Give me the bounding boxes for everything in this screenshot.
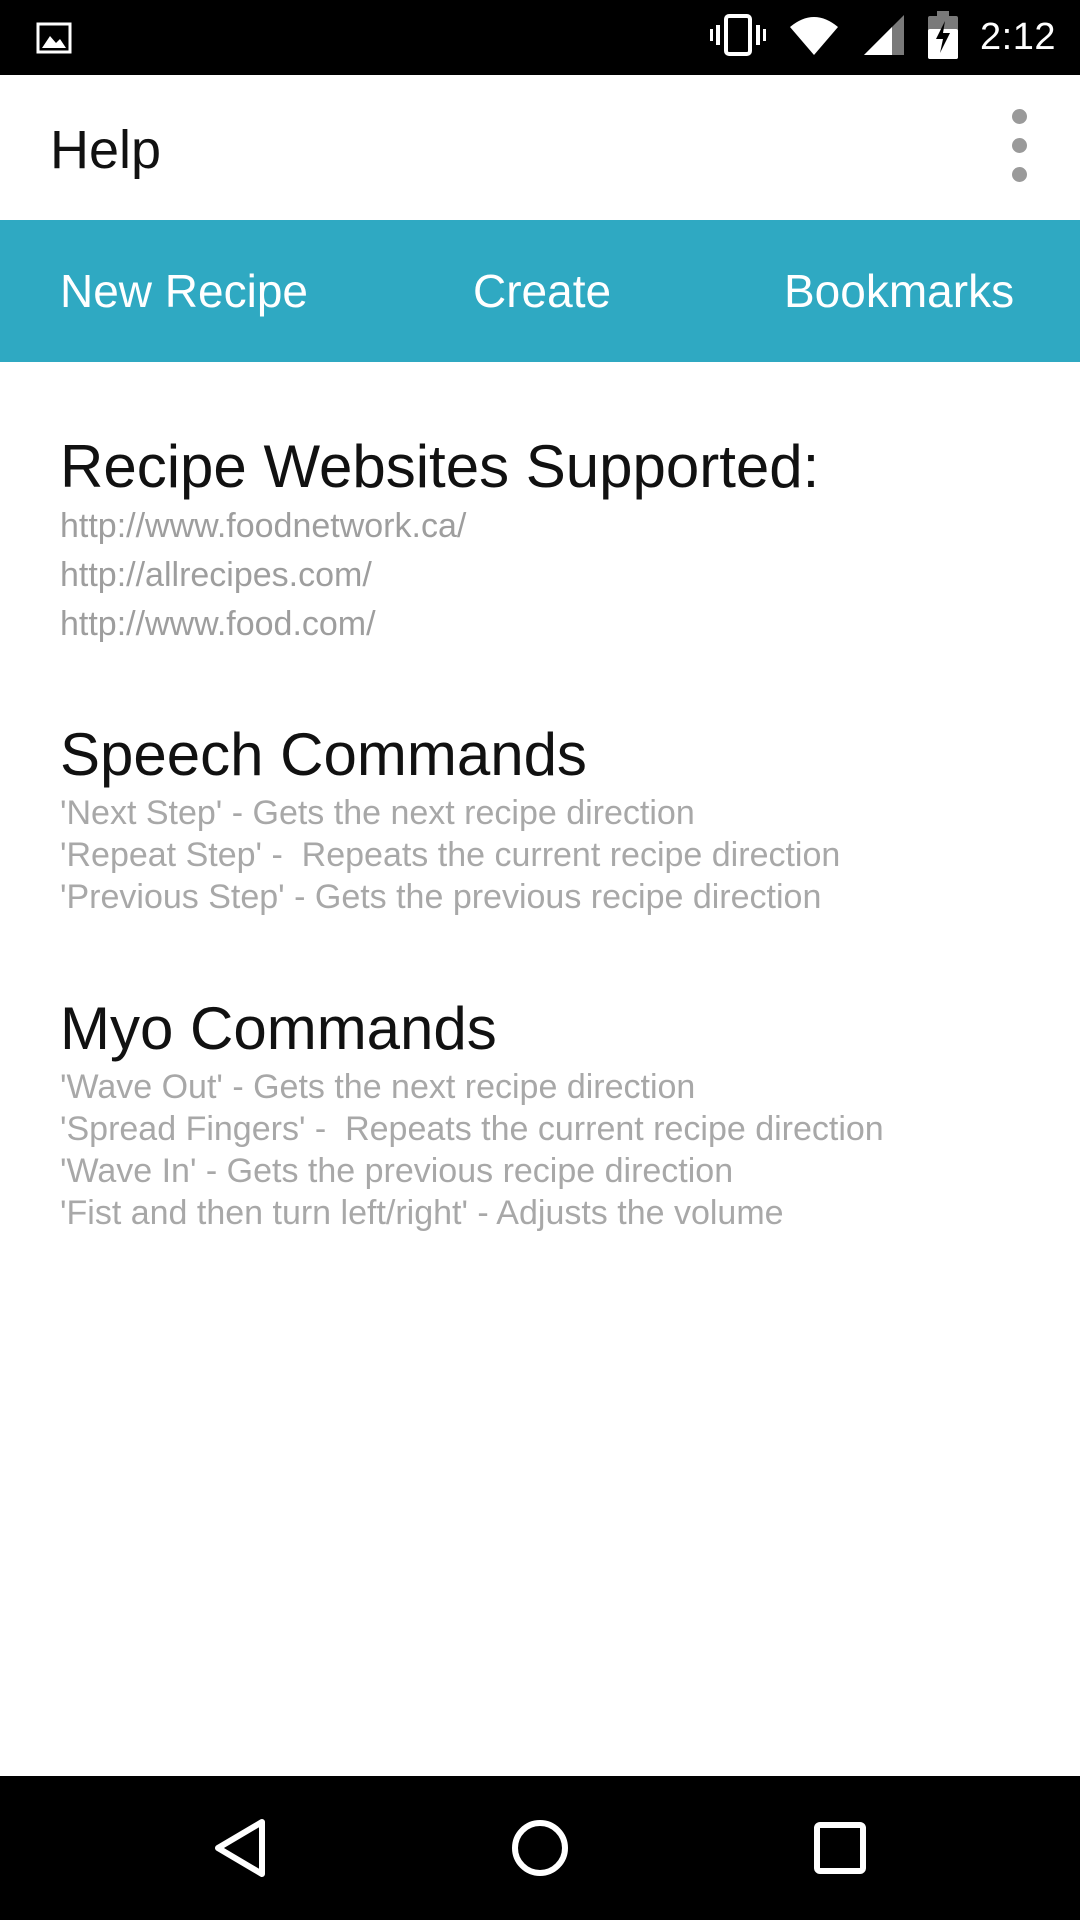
app-bar: Help (0, 75, 1080, 220)
status-bar: 2:12 (0, 0, 1080, 75)
overflow-menu-icon[interactable] (1000, 105, 1040, 191)
section-title-myo: Myo Commands (60, 995, 497, 1062)
menu-dot (1012, 167, 1027, 182)
website-link[interactable]: http://www.foodnetwork.ca/ (60, 502, 1040, 551)
speech-section: Speech Commands 'Next Step' - Gets the n… (60, 720, 1040, 918)
myo-command: 'Fist and then turn left/right' - Adjust… (60, 1194, 784, 1232)
website-link[interactable]: http://allrecipes.com/ (60, 551, 1040, 600)
speech-command: 'Repeat Step' - Repeats the current reci… (60, 836, 841, 874)
page-title: Help (50, 120, 162, 180)
tab-bookmarks[interactable]: Bookmarks (784, 220, 1014, 362)
screen: 2:12 Help New Recipe Create Bookmarks Re… (0, 0, 1080, 1920)
wifi-icon (788, 13, 840, 62)
image-icon (36, 20, 72, 56)
myo-command: 'Wave Out' - Gets the next recipe direct… (60, 1068, 696, 1106)
system-nav-bar (0, 1776, 1080, 1920)
section-title-websites: Recipe Websites Supported: (60, 433, 820, 500)
cell-signal-icon (862, 13, 906, 62)
myo-command: 'Wave In' - Gets the previous recipe dir… (60, 1152, 734, 1190)
tab-new-recipe[interactable]: New Recipe (60, 220, 308, 362)
section-title-speech: Speech Commands (60, 721, 587, 788)
status-icons: 2:12 (710, 0, 1056, 75)
tab-bar: New Recipe Create Bookmarks (0, 220, 1080, 362)
recents-icon[interactable] (790, 1798, 890, 1898)
back-icon[interactable] (190, 1798, 290, 1898)
menu-dot (1012, 109, 1027, 124)
websites-section: Recipe Websites Supported: http://www.fo… (60, 432, 1040, 649)
speech-command: 'Previous Step' - Gets the previous reci… (60, 878, 822, 916)
vibrate-icon (710, 13, 767, 62)
home-icon[interactable] (490, 1798, 590, 1898)
speech-command: 'Next Step' - Gets the next recipe direc… (60, 794, 695, 832)
status-time: 2:12 (980, 16, 1056, 58)
menu-dot (1012, 138, 1027, 153)
battery-charging-icon (928, 11, 959, 64)
myo-section: Myo Commands 'Wave Out' - Gets the next … (60, 994, 1040, 1234)
tab-create[interactable]: Create (473, 220, 611, 362)
website-link[interactable]: http://www.food.com/ (60, 600, 1040, 649)
myo-command: 'Spread Fingers' - Repeats the current r… (60, 1110, 884, 1148)
